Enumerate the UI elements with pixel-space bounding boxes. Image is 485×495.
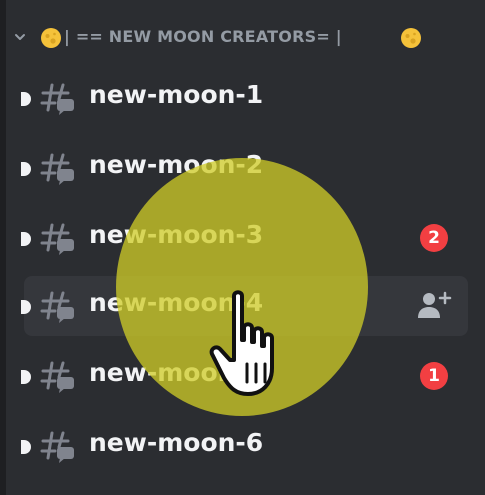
unread-indicator: [21, 162, 31, 176]
unread-indicator: [21, 232, 31, 246]
server-list-edge: [0, 0, 6, 495]
add-user-icon[interactable]: [416, 290, 452, 320]
moon-emoji-icon: [401, 28, 421, 48]
channel-name: new-moon-6: [89, 428, 264, 457]
channel-item-new-moon-2[interactable]: new-moon-2: [21, 138, 468, 198]
mention-badge: 1: [420, 362, 448, 390]
text-channel-threads-icon: [40, 153, 74, 185]
text-channel-threads-icon: [40, 223, 74, 255]
channel-item-new-moon-6[interactable]: new-moon-6: [21, 416, 468, 476]
channel-name: new-moon-2: [89, 150, 264, 179]
text-channel-threads-icon: [40, 83, 74, 115]
unread-indicator: [21, 300, 31, 314]
unread-indicator: [21, 440, 31, 454]
channel-category-header[interactable]: | == NEW MOON CREATORS= |: [0, 18, 485, 58]
text-channel-threads-icon: [40, 361, 74, 393]
channel-item-new-moon-1[interactable]: new-moon-1: [21, 68, 468, 128]
channel-name: new-moon-1: [89, 80, 264, 109]
moon-emoji-icon: [41, 28, 61, 48]
text-channel-threads-icon: [40, 291, 74, 323]
unread-indicator: [21, 92, 31, 106]
text-channel-threads-icon: [40, 431, 74, 463]
hand-pointer-icon: [209, 290, 274, 396]
category-label: | == NEW MOON CREATORS= |: [64, 27, 342, 46]
mention-badge: 2: [420, 224, 448, 252]
channel-item-new-moon-3[interactable]: new-moon-3 2: [21, 208, 468, 268]
unread-indicator: [21, 370, 31, 384]
channel-name: new-moon-3: [89, 220, 264, 249]
chevron-down-icon[interactable]: [13, 30, 27, 44]
